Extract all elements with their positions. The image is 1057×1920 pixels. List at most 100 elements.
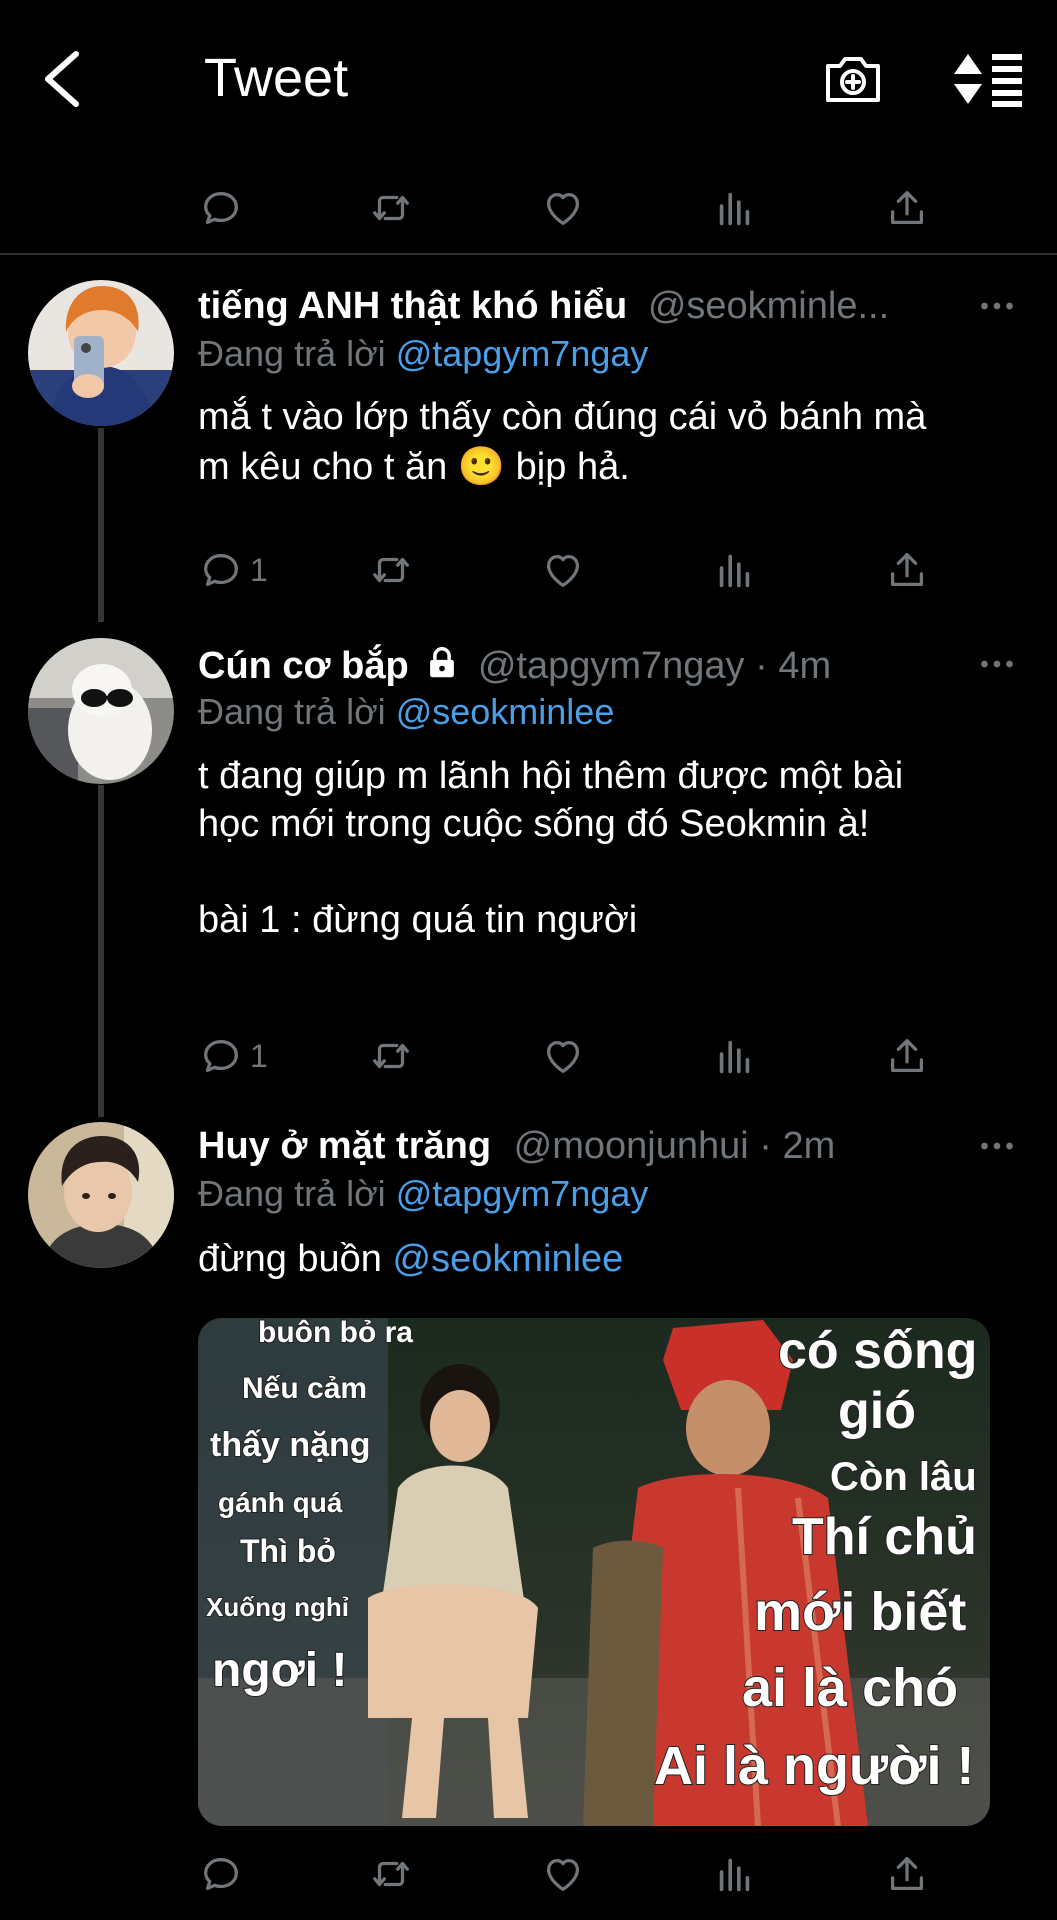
replying-to-mention[interactable]: @tapgym7ngay [396, 333, 649, 374]
replying-to-mention[interactable]: @seokminlee [396, 691, 615, 732]
back-button[interactable] [40, 48, 84, 110]
avatar-image [28, 638, 174, 784]
avatar[interactable] [28, 638, 174, 784]
svg-text:có sống: có sống [778, 1322, 977, 1380]
svg-text:gió: gió [838, 1382, 916, 1440]
display-name[interactable]: Huy ở mặt trăng [198, 1125, 491, 1167]
more-button[interactable] [977, 286, 1017, 326]
retweet-button[interactable] [368, 1846, 414, 1902]
meme-image: buôn bỏ ra Nếu cảm thấy nặng gánh quá Th… [198, 1318, 990, 1826]
action-bar [198, 1846, 958, 1902]
divider [0, 253, 1057, 255]
like-button[interactable] [540, 1846, 586, 1902]
more-dots-icon [977, 286, 1017, 326]
reply-button[interactable] [198, 1846, 244, 1902]
share-button[interactable] [884, 1846, 930, 1902]
thread-line [98, 428, 104, 622]
retweet-button[interactable] [368, 1028, 414, 1084]
comment-icon [198, 1851, 244, 1897]
heart-icon [540, 547, 586, 593]
chevron-left-icon [45, 51, 79, 107]
heart-icon [540, 185, 586, 231]
more-button[interactable] [977, 1126, 1017, 1166]
comment-icon [198, 185, 244, 231]
avatar[interactable] [28, 280, 174, 426]
views-button[interactable] [712, 1846, 758, 1902]
replying-to: Đang trả lời @seokminlee [198, 690, 614, 734]
sort-button[interactable] [952, 50, 1024, 108]
bar-chart-icon [712, 1851, 758, 1897]
handle[interactable]: @seokminle... [648, 285, 889, 327]
svg-text:ai là chó: ai là chó [742, 1658, 958, 1718]
bar-chart-icon [712, 185, 758, 231]
reply-button[interactable]: 1 [198, 542, 268, 598]
svg-text:Còn lâu: Còn lâu [830, 1455, 977, 1499]
avatar[interactable] [28, 1122, 174, 1268]
share-icon [884, 1851, 930, 1897]
like-button[interactable] [540, 542, 586, 598]
reply-button[interactable]: 1 [198, 1028, 268, 1084]
comment-icon [198, 1033, 244, 1079]
more-button[interactable] [977, 644, 1017, 684]
share-button[interactable] [884, 180, 930, 236]
svg-text:Nếu cảm: Nếu cảm [242, 1372, 367, 1405]
retweet-button[interactable] [368, 180, 414, 236]
retweet-icon [368, 185, 414, 231]
retweet-icon [368, 1033, 414, 1079]
camera-button[interactable] [822, 48, 884, 110]
replying-to-mention[interactable]: @tapgym7ngay [396, 1173, 649, 1214]
retweet-button[interactable] [368, 542, 414, 598]
tweet-text: mắ t vào lớp thấy còn đúng cái vỏ bánh m… [198, 396, 927, 488]
tweet-text-content: đừng buồn [198, 1238, 393, 1280]
tweet-header: Cún cơ bắp @tapgym7ngay · 4m [198, 642, 1017, 690]
retweet-icon [368, 1851, 414, 1897]
bar-chart-icon [712, 1033, 758, 1079]
replying-prefix: Đang trả lời [198, 333, 386, 374]
share-button[interactable] [884, 1028, 930, 1084]
like-button[interactable] [540, 1028, 586, 1084]
share-button[interactable] [884, 542, 930, 598]
tweet-text: đừng buồn @seokminlee [198, 1234, 1018, 1284]
reply-button[interactable] [198, 180, 244, 236]
tweet-media-image[interactable]: buôn bỏ ra Nếu cảm thấy nặng gánh quá Th… [198, 1318, 990, 1826]
more-dots-icon [977, 644, 1017, 684]
share-icon [884, 185, 930, 231]
views-button[interactable] [712, 180, 758, 236]
handle[interactable]: @moonjunhui · 2m [514, 1125, 836, 1167]
svg-text:Xuống nghỉ: Xuống nghỉ [206, 1592, 349, 1622]
camera-plus-icon [826, 57, 880, 102]
svg-text:ngơi !: ngơi ! [212, 1644, 347, 1697]
thread-line [98, 785, 104, 1117]
svg-text:Ai là người !: Ai là người ! [654, 1736, 975, 1796]
display-name[interactable]: tiếng ANH thật khó hiểu [198, 285, 627, 327]
views-button[interactable] [712, 542, 758, 598]
replying-prefix: Đang trả lời [198, 1173, 386, 1214]
retweet-icon [368, 547, 414, 593]
tweet-text: t đang giúp m lãnh hội thêm được một bài… [198, 755, 904, 941]
share-icon [884, 1033, 930, 1079]
top-bar: Tweet [0, 0, 1057, 160]
tweet-header: tiếng ANH thật khó hiểu @seokminle... [198, 282, 1017, 330]
views-button[interactable] [712, 1028, 758, 1084]
svg-text:gánh quá: gánh quá [218, 1487, 343, 1518]
replying-to: Đang trả lời @tapgym7ngay [198, 332, 648, 376]
svg-text:thấy nặng: thấy nặng [210, 1426, 371, 1464]
action-bar [198, 180, 958, 236]
display-name[interactable]: Cún cơ bắp [198, 645, 409, 687]
avatar-image [28, 1122, 174, 1268]
main-tweet-action-bar [0, 180, 1057, 240]
sort-icon [954, 54, 1022, 107]
action-bar: 1 [198, 1028, 958, 1084]
heart-icon [540, 1851, 586, 1897]
action-bar: 1 [198, 542, 958, 598]
svg-text:Thì bỏ: Thì bỏ [240, 1533, 336, 1569]
avatar-image [28, 280, 174, 426]
svg-text:buôn bỏ ra: buôn bỏ ra [258, 1318, 413, 1349]
inline-mention[interactable]: @seokminlee [393, 1238, 624, 1280]
handle[interactable]: @tapgym7ngay · 4m [478, 645, 831, 687]
bar-chart-icon [712, 547, 758, 593]
svg-text:mới biết: mới biết [754, 1582, 966, 1642]
like-button[interactable] [540, 180, 586, 236]
lock-icon [430, 647, 455, 678]
comment-icon [198, 547, 244, 593]
